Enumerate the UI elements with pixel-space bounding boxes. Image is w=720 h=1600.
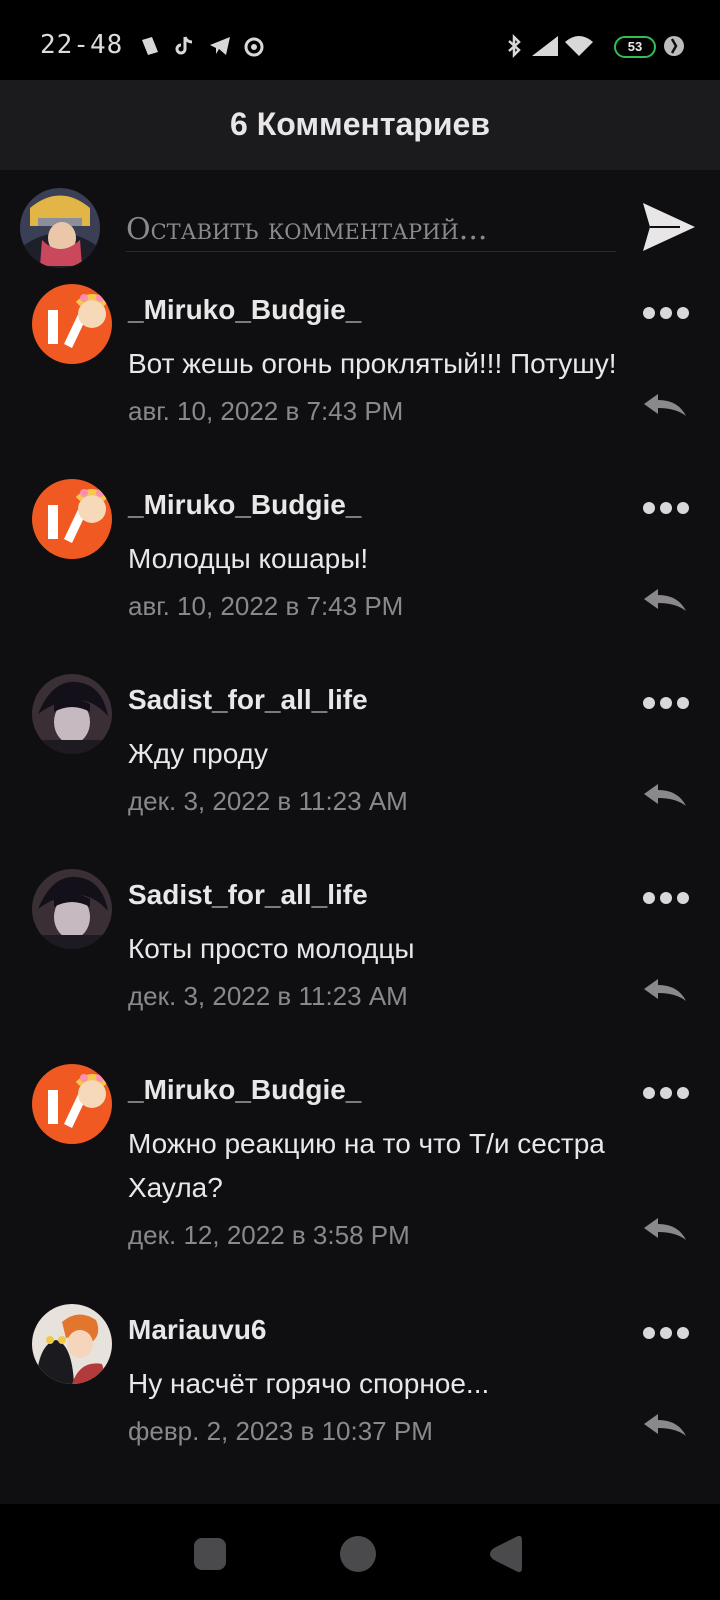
avatar[interactable]: [20, 188, 100, 268]
user-avatar-image: [20, 188, 100, 268]
send-icon[interactable]: [640, 198, 698, 256]
comment-author[interactable]: _Miruko_Budgie_: [128, 1074, 361, 1106]
avatar[interactable]: [32, 284, 112, 364]
more-icon[interactable]: [642, 696, 690, 710]
comment-item: _Miruko_Budgie_ Можно реакцию на то что …: [0, 1060, 720, 1300]
camera-icon: [244, 37, 264, 57]
comment-date: авг. 10, 2022 в 7:43 PM: [128, 396, 404, 426]
author-avatar-image: [32, 869, 112, 949]
comment-text: Вот жешь огонь проклятый!!! Потушу!: [128, 348, 617, 379]
comment-date: дек. 3, 2022 в 11:23 AM: [128, 981, 408, 1011]
comment-author[interactable]: _Miruko_Budgie_: [128, 489, 361, 521]
wifi-icon: [565, 36, 593, 56]
navigation-bar: [0, 1504, 720, 1600]
comment-author[interactable]: _Miruko_Budgie_: [128, 294, 361, 326]
more-icon[interactable]: [642, 891, 690, 905]
comment-input[interactable]: [126, 208, 616, 252]
more-icon[interactable]: [642, 501, 690, 515]
recents-icon[interactable]: [190, 1534, 230, 1574]
more-icon[interactable]: [642, 1086, 690, 1100]
comment-date: дек. 12, 2022 в 3:58 PM: [128, 1220, 410, 1250]
reply-icon[interactable]: [642, 1412, 688, 1440]
author-avatar-image: [32, 674, 112, 754]
author-avatar-image: [32, 479, 112, 559]
comment-text: Коты просто молодцы: [128, 933, 415, 964]
comment-text: Можно реакцию на то что Т/и сестра Хаула…: [128, 1128, 605, 1203]
comment-item: Sadist_for_all_life Коты просто молодцы …: [0, 865, 720, 1060]
notification-icon: [142, 37, 158, 55]
comment-item: Sadist_for_all_life Жду проду дек. 3, 20…: [0, 670, 720, 865]
comment-date: авг. 10, 2022 в 7:43 PM: [128, 591, 404, 621]
comment-compose: [0, 170, 720, 280]
header: 6 Комментариев: [0, 80, 720, 170]
comment-author[interactable]: Sadist_for_all_life: [128, 684, 368, 716]
telegram-icon: [210, 37, 230, 55]
comment-date: дек. 3, 2022 в 11:23 AM: [128, 786, 408, 816]
comment-list: _Miruko_Budgie_ Вот жешь огонь проклятый…: [0, 280, 720, 1495]
avatar[interactable]: [32, 674, 112, 754]
author-avatar-image: [32, 1304, 112, 1384]
comment-text: Ну насчёт горячо спорное...: [128, 1368, 490, 1399]
more-icon[interactable]: [642, 1326, 690, 1340]
avatar[interactable]: [32, 1064, 112, 1144]
status-time: 22-48: [40, 30, 124, 60]
comment-author[interactable]: Mariauvu6: [128, 1314, 267, 1346]
bluetooth-icon: [508, 34, 521, 58]
avatar[interactable]: [32, 869, 112, 949]
reply-icon[interactable]: [642, 977, 688, 1005]
reply-icon[interactable]: [642, 587, 688, 615]
signal-icon: [532, 36, 558, 56]
home-icon[interactable]: [338, 1534, 378, 1574]
reply-icon[interactable]: [642, 1216, 688, 1244]
author-avatar-image: [32, 284, 112, 364]
author-avatar-image: [32, 1064, 112, 1144]
avatar[interactable]: [32, 1304, 112, 1384]
battery-icon: 53: [614, 36, 656, 58]
more-icon[interactable]: [642, 306, 690, 320]
reply-icon[interactable]: [642, 782, 688, 810]
comment-item: _Miruko_Budgie_ Молодцы кошары! авг. 10,…: [0, 475, 720, 670]
sync-icon: [664, 36, 684, 56]
back-icon[interactable]: [486, 1534, 526, 1574]
comment-date: февр. 2, 2023 в 10:37 PM: [128, 1416, 433, 1446]
reply-icon[interactable]: [642, 392, 688, 420]
comment-item: Mariauvu6 Ну насчёт горячо спорное... фе…: [0, 1300, 720, 1495]
tiktok-icon: [175, 36, 193, 55]
comment-text: Жду проду: [128, 738, 268, 769]
comment-item: _Miruko_Budgie_ Вот жешь огонь проклятый…: [0, 280, 720, 475]
status-bar: 22-48 53: [0, 0, 720, 80]
avatar[interactable]: [32, 479, 112, 559]
page-title: 6 Комментариев: [230, 106, 490, 142]
comment-author[interactable]: Sadist_for_all_life: [128, 879, 368, 911]
comment-text: Молодцы кошары!: [128, 543, 369, 574]
